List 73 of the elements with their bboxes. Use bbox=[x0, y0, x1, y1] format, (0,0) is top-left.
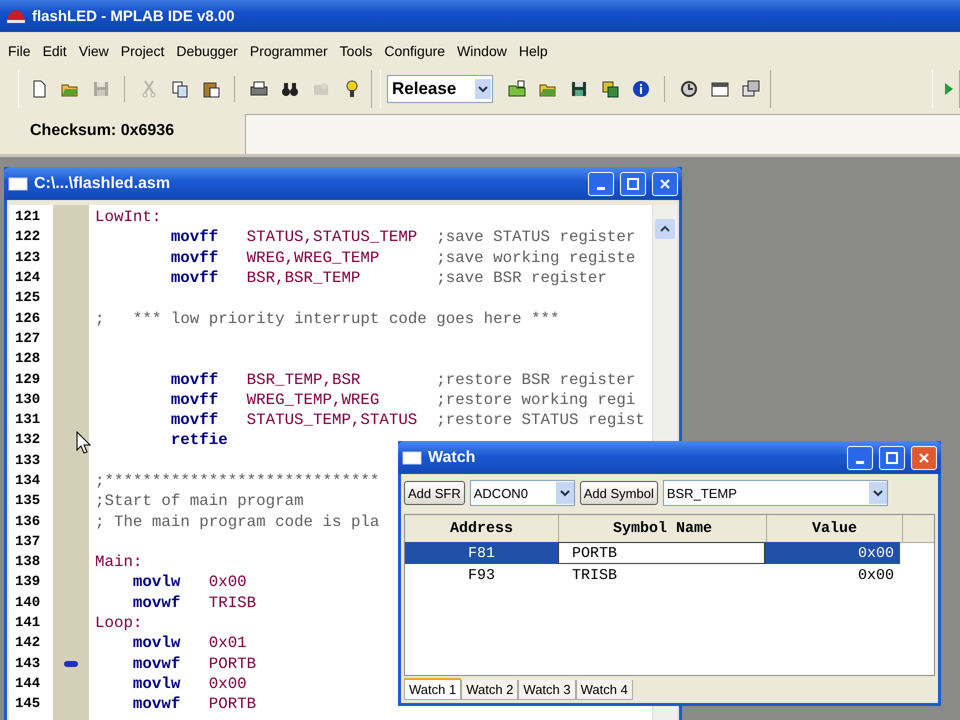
code-instruction: movwf bbox=[132, 695, 182, 714]
line-number: 125 bbox=[14, 290, 42, 306]
code-operand: STATUS_TEMP,STATUS bbox=[246, 411, 418, 430]
line-number: 129 bbox=[14, 372, 42, 388]
editor-title: C:\...\flashled.asm bbox=[34, 174, 170, 192]
table-cell: 0x00 bbox=[765, 542, 900, 564]
line-number: 130 bbox=[14, 392, 42, 408]
line-number: 123 bbox=[14, 250, 42, 266]
line-number: 127 bbox=[14, 330, 42, 347]
code-operand: WREG,WREG_TEMP bbox=[246, 248, 380, 267]
code-operand: 0x00 bbox=[208, 573, 247, 592]
line-number: 137 bbox=[14, 534, 42, 550]
table-cell: F81 bbox=[405, 542, 558, 564]
line-number: 145 bbox=[14, 696, 42, 712]
code-instruction: movff bbox=[170, 390, 220, 409]
line-number: 136 bbox=[14, 514, 42, 530]
table-cell: PORTB bbox=[558, 542, 765, 564]
code-instruction: retfie bbox=[170, 431, 229, 450]
watch-title: Watch bbox=[428, 448, 476, 466]
line-number: 142 bbox=[14, 635, 42, 652]
line-number: 132 bbox=[14, 432, 42, 448]
line-number: 141 bbox=[14, 615, 42, 632]
code-instruction: movff bbox=[170, 248, 220, 267]
code-operand: BSR_TEMP,BSR bbox=[246, 370, 362, 389]
code-comment: ;save BSR register bbox=[436, 269, 607, 288]
code-instruction: movff bbox=[170, 370, 220, 389]
line-number: 131 bbox=[14, 412, 42, 428]
code-operand: BSR,BSR_TEMP bbox=[246, 269, 362, 288]
line-number: 133 bbox=[14, 452, 42, 469]
table-cell-text: 0x00 bbox=[856, 566, 895, 586]
line-number: 122 bbox=[14, 229, 42, 246]
line-number: 135 bbox=[14, 493, 42, 510]
code-operand: WREG_TEMP,WREG bbox=[246, 390, 380, 409]
line-number: 144 bbox=[14, 676, 42, 692]
line-number: 128 bbox=[14, 351, 42, 368]
code-comment: ;restore BSR register bbox=[436, 370, 636, 389]
code-operand: 0x00 bbox=[208, 674, 247, 693]
code-instruction: movff bbox=[170, 269, 220, 288]
line-number: 124 bbox=[14, 270, 42, 286]
line-number: 138 bbox=[14, 554, 42, 570]
code-label: Loop: bbox=[95, 614, 142, 632]
line-number: 139 bbox=[14, 574, 42, 590]
table-cell-text: F93 bbox=[466, 566, 496, 586]
code-operand: 0x01 bbox=[208, 634, 247, 652]
code-comment: ;Start of main program bbox=[95, 492, 304, 510]
code-comment: ;restore STATUS regist bbox=[436, 411, 645, 430]
line-number: 140 bbox=[14, 594, 42, 611]
code-label: LowInt: bbox=[95, 208, 162, 226]
code-instruction: movff bbox=[170, 411, 220, 430]
line-number: 134 bbox=[14, 473, 42, 489]
table-cell-text: TRISB bbox=[571, 566, 618, 586]
code-operand: TRISB bbox=[208, 594, 256, 612]
window-title: flashLED - MPLAB IDE v8.00 bbox=[32, 8, 235, 24]
code-comment: ;***************************** bbox=[95, 472, 380, 490]
code-instruction: movwf bbox=[132, 654, 182, 673]
code-instruction: movlw bbox=[132, 634, 182, 652]
code-operand: STATUS,STATUS_TEMP bbox=[246, 228, 418, 246]
code-comment: ;restore working regi bbox=[436, 390, 636, 409]
code-instruction: movwf bbox=[132, 594, 182, 612]
code-comment: ; *** low priority interrupt code goes here *** bbox=[95, 310, 560, 328]
line-number: 126 bbox=[14, 310, 42, 327]
checksum-label: Checksum: 0x6936 bbox=[29, 121, 176, 141]
line-number: 143 bbox=[14, 656, 42, 672]
code-instruction: movff bbox=[170, 228, 220, 246]
code-instruction: movlw bbox=[132, 573, 182, 592]
code-comment: ;save STATUS register bbox=[436, 228, 636, 246]
code-label: Main: bbox=[95, 553, 142, 572]
code-comment: ; The main program code is pla bbox=[95, 512, 380, 531]
code-operand: PORTB bbox=[208, 654, 256, 673]
line-number: 121 bbox=[14, 209, 42, 226]
code-instruction: movlw bbox=[132, 674, 182, 693]
code-operand: PORTB bbox=[208, 695, 256, 714]
code-comment: ;save working registe bbox=[436, 248, 636, 267]
